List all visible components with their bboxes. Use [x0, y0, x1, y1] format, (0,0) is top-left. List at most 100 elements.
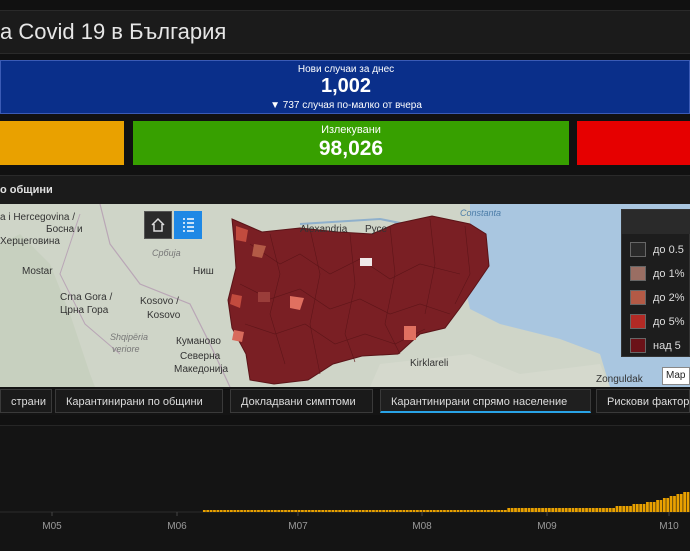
chart-bar	[334, 510, 338, 512]
municipality-map[interactable]: a i Hercegovina / Босна и Херцеговина Mo…	[0, 204, 690, 387]
chart-bar	[541, 508, 544, 512]
chart-bar	[304, 510, 308, 512]
map-label-severna: Северна	[180, 351, 221, 362]
chart-bar	[608, 508, 612, 512]
chart-bar	[432, 510, 436, 512]
list-icon	[183, 218, 194, 232]
chart-bar	[683, 492, 687, 512]
chart-bar	[260, 510, 264, 512]
chart-bar	[331, 510, 335, 512]
chart-bar	[605, 508, 609, 512]
new-cases-panel: Нови случаи за днес 1,002 ▼ 737 случая п…	[0, 60, 690, 114]
chart-bar	[629, 506, 632, 512]
tab-bar: страни Карантинирани по общини Докладван…	[0, 387, 690, 415]
chart-bar	[500, 510, 504, 512]
municipality-highlight	[360, 258, 372, 266]
chart-bar	[676, 494, 680, 512]
legend-label: до 2%	[653, 292, 685, 304]
chart-bar	[460, 510, 463, 512]
chart-bar	[365, 510, 369, 512]
map-label-alexandria: Alexandria	[300, 224, 348, 235]
tab-risk-factors[interactable]: Рискови фактори	[596, 389, 690, 413]
municipality-highlight	[232, 330, 244, 342]
tab-quarantined-vs-population[interactable]: Карантинирани спрямо население	[380, 389, 591, 413]
chart-bar	[348, 510, 352, 512]
chart-bar	[378, 510, 382, 512]
chart-bar	[345, 510, 348, 512]
chart-bar	[277, 510, 281, 512]
chart-bar	[284, 510, 287, 512]
x-tick-label: M07	[288, 521, 308, 532]
chart-bar	[466, 510, 470, 512]
chart-ticks: M05 M06 M07 M08 M09 M10	[42, 512, 679, 532]
chart-bar	[297, 510, 301, 512]
chart-bar	[476, 510, 480, 512]
chart-bar	[544, 508, 548, 512]
map-label-kumanovo: Куманово	[176, 336, 221, 347]
recovered-label: Излекувани	[321, 124, 381, 136]
chart-bar	[307, 510, 311, 512]
chart-bar	[375, 510, 379, 512]
x-tick-label: M06	[167, 521, 187, 532]
chart-bar	[669, 496, 673, 512]
chart-bar	[612, 508, 615, 512]
chart-bar	[358, 510, 362, 512]
home-button[interactable]	[144, 211, 172, 239]
chart-bar	[679, 494, 683, 512]
chart-bar	[311, 510, 314, 512]
chart-bar	[453, 510, 457, 512]
chart-bar	[395, 510, 399, 512]
recovered-value: 98,026	[318, 137, 384, 160]
legend-label: до 1%	[653, 268, 685, 280]
active-cases-tile	[0, 121, 124, 165]
map-label-makedonija: Македонија	[174, 364, 229, 375]
map-label-bih: a i Hercegovina /	[0, 212, 76, 223]
chart-bar	[419, 510, 423, 512]
chart-bar	[588, 508, 592, 512]
chart-bar	[514, 508, 517, 512]
chart-bar	[456, 510, 460, 512]
x-tick-label: M10	[659, 521, 679, 532]
chart-bar	[635, 504, 639, 512]
map-label-kosovo: Kosovo /	[140, 296, 179, 307]
chart-bar	[497, 510, 500, 512]
chart-bar	[301, 510, 304, 512]
chart-bar	[388, 510, 392, 512]
cases-chart: M05 M06 M07 M08 M09 M10	[0, 492, 690, 532]
page-title: a Covid 19 в България	[0, 19, 227, 44]
legend-swatch	[630, 242, 646, 257]
chart-bar	[470, 510, 473, 512]
map-label-nish: Ниш	[193, 266, 214, 277]
chart-bar	[253, 510, 257, 512]
map-label-hercegovina: Херцеговина	[0, 236, 60, 247]
chart-bar	[321, 510, 325, 512]
chart-bar	[402, 510, 406, 512]
map-label-zonguldak: Zonguldak	[596, 374, 643, 385]
legend-row: до 2%	[630, 290, 690, 308]
chart-bar	[558, 508, 561, 512]
chart-bar	[355, 510, 358, 512]
chart-bar	[372, 510, 375, 512]
chart-bar	[436, 510, 440, 512]
chart-bar	[618, 506, 622, 512]
basemap-toggle-button[interactable]: Map	[662, 367, 690, 385]
chart-bar	[531, 508, 534, 512]
chart-bar	[385, 510, 389, 512]
chart-bar	[382, 510, 385, 512]
municipality-highlight	[258, 292, 270, 302]
chart-bar	[405, 510, 409, 512]
chart-bar	[510, 508, 514, 512]
tab-quarantined-by-municipality[interactable]: Карантинирани по общини	[55, 389, 223, 413]
chart-bar	[226, 510, 230, 512]
chart-bar	[480, 510, 484, 512]
tab-countries[interactable]: страни	[0, 389, 52, 413]
chart-bar	[517, 508, 521, 512]
legend-button[interactable]	[174, 211, 202, 239]
chart-bar	[487, 510, 490, 512]
chart-bar	[392, 510, 396, 512]
chart-bar	[219, 510, 223, 512]
tab-reported-symptoms[interactable]: Докладвани симптоми	[230, 389, 373, 413]
chart-panel: M05 M06 M07 M08 M09 M10	[0, 425, 690, 551]
chart-bar	[585, 508, 588, 512]
map-label-kirklareli: Kirklareli	[410, 358, 449, 369]
